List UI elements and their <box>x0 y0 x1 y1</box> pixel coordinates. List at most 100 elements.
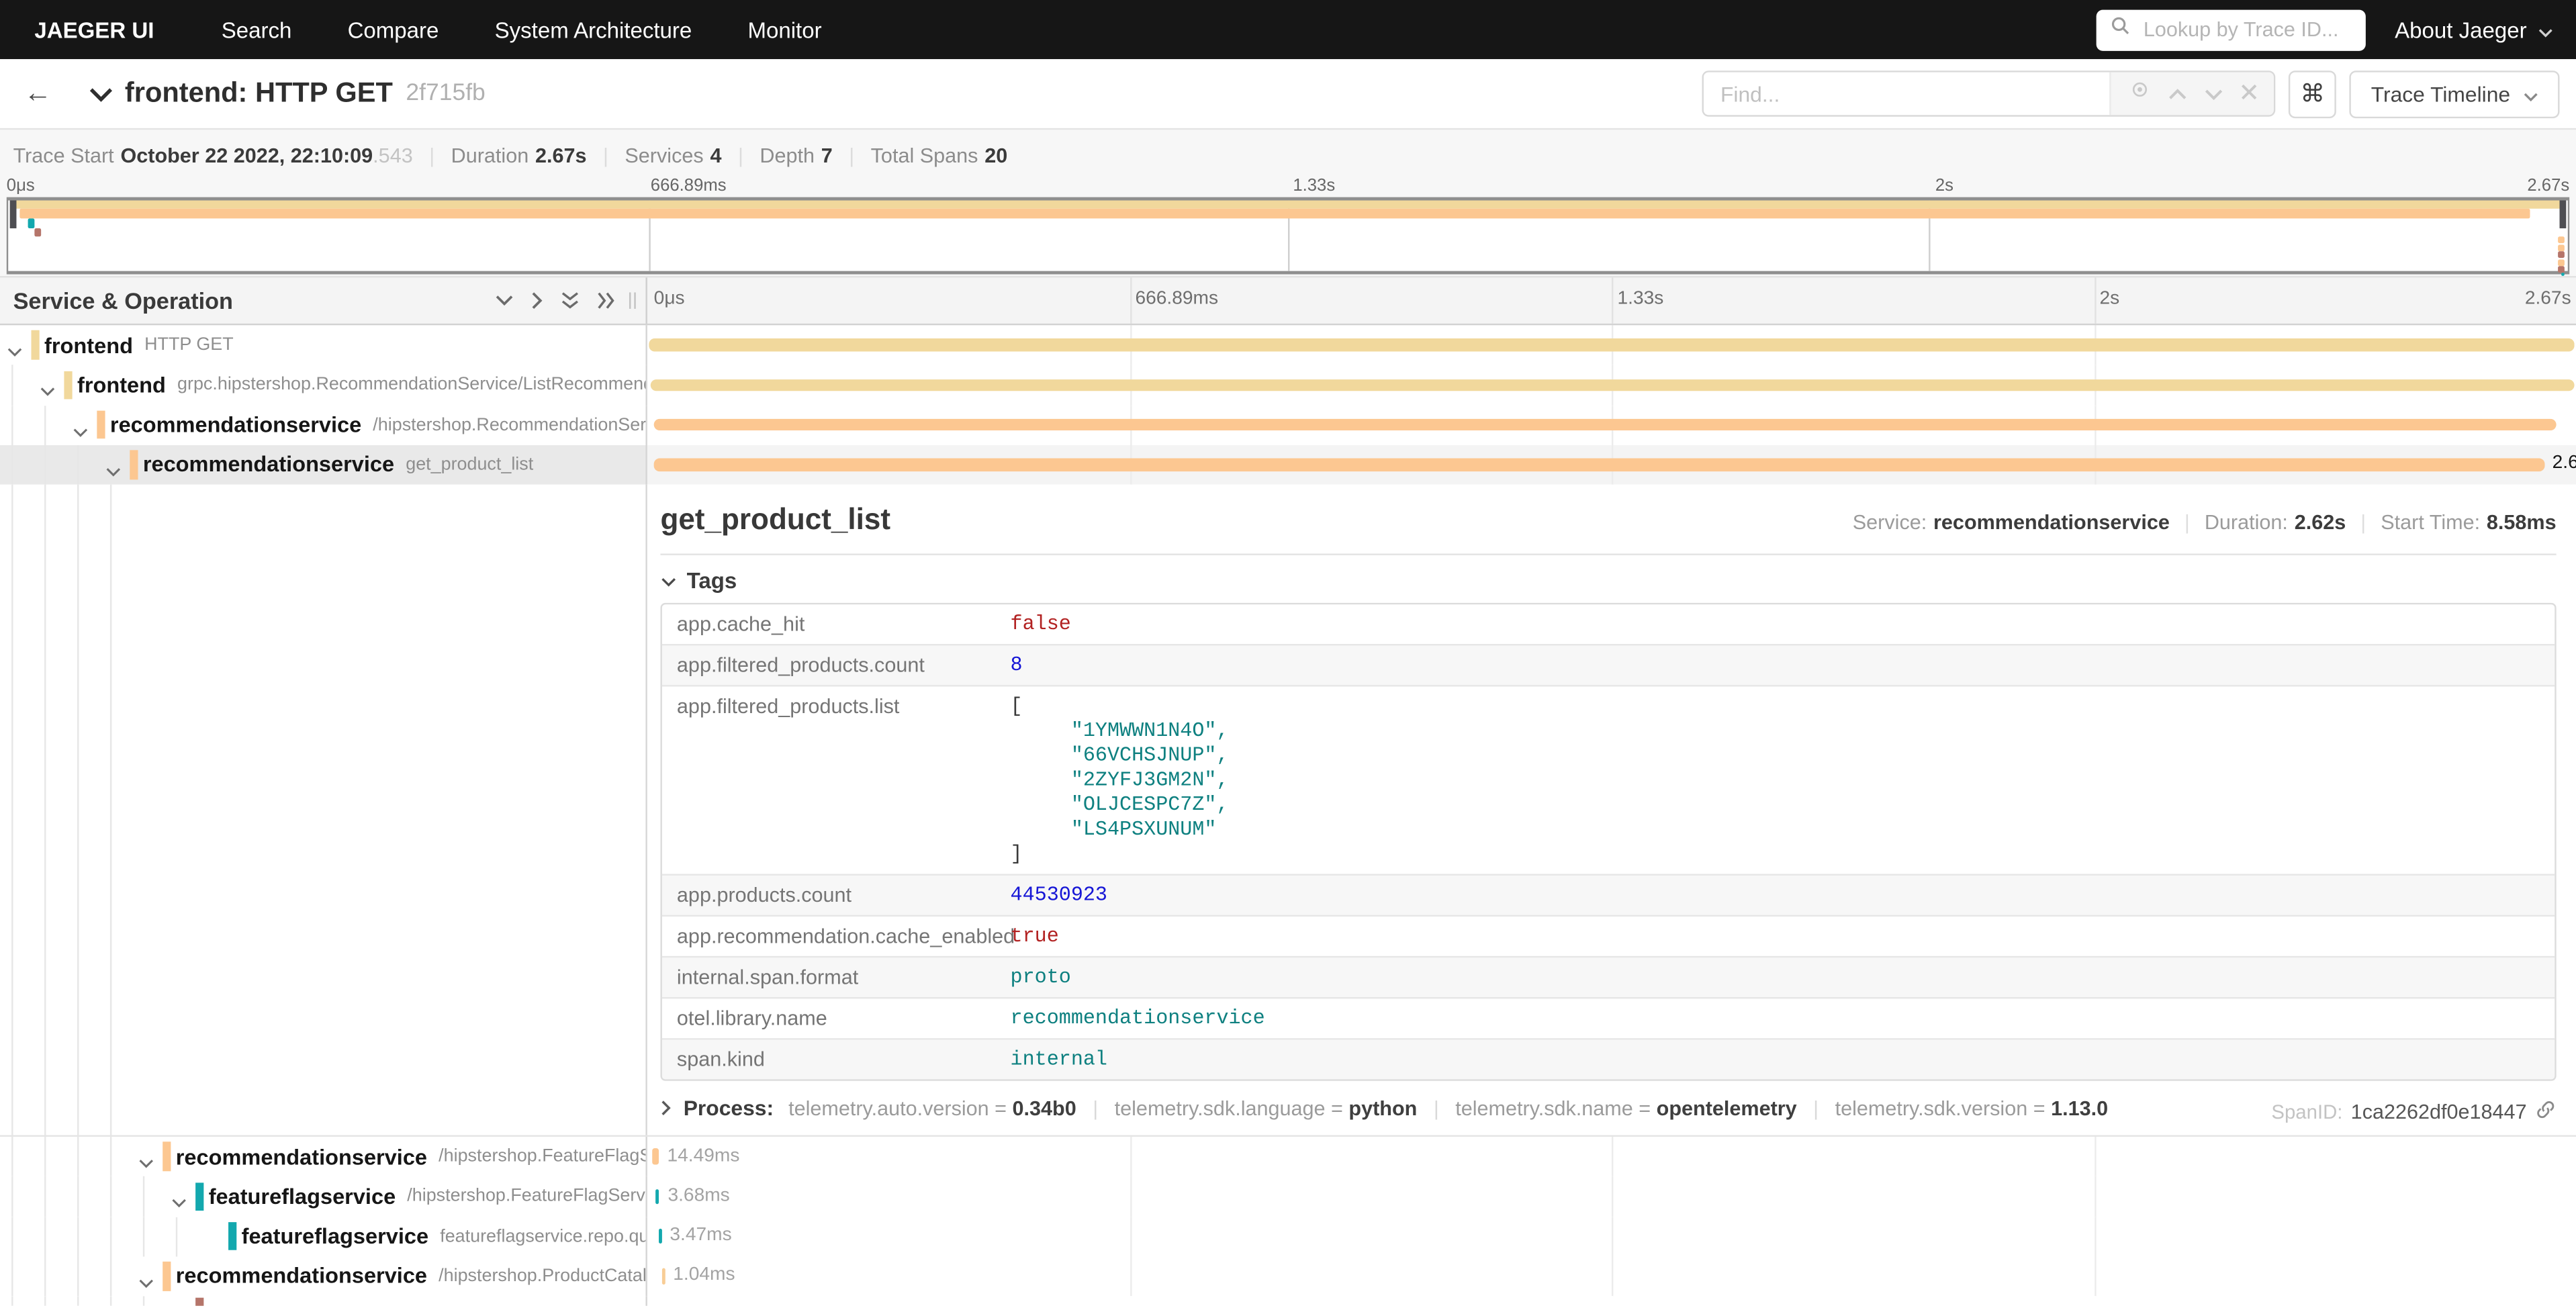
brand-jaeger-ui[interactable]: JAEGER UI <box>34 17 154 42</box>
timeline-tick-label: 0μs <box>654 289 685 309</box>
span-toggle-chevron-icon[interactable] <box>171 1188 187 1217</box>
span-duration-bar[interactable] <box>653 1148 659 1164</box>
find-prev-icon[interactable] <box>2168 79 2187 108</box>
span-row-recommendationservice-4[interactable]: recommendationservice/hipstershop.Featur… <box>0 1137 2576 1176</box>
tag-row-app-filtered-products-list[interactable]: app.filtered_products.list[ "1YMWWN1N4O"… <box>662 687 2555 876</box>
tag-value-text: 44530923 <box>1011 883 1107 906</box>
meta-label: Start Time: <box>2381 511 2480 534</box>
span-timeline-cell[interactable]: 2.62s <box>647 445 2576 484</box>
summary-label: Depth <box>760 144 815 167</box>
span-toggle-chevron-icon[interactable] <box>40 377 56 405</box>
minimap-span-bar <box>15 201 2561 208</box>
span-row-recommendationservice-7[interactable]: recommendationservice/hipstershop.Produc… <box>0 1256 2576 1296</box>
span-tree-cell[interactable]: recommendationservice/hipstershop.Produc… <box>0 1256 647 1296</box>
lookup-trace-id-input[interactable] <box>2140 16 2352 42</box>
span-service-name: recommendationservice <box>143 453 394 477</box>
span-toggle-chevron-icon[interactable] <box>138 1268 154 1296</box>
span-duration-bar[interactable] <box>658 1229 661 1244</box>
nav-link-search[interactable]: Search <box>193 0 320 59</box>
nav-link-compare[interactable]: Compare <box>320 0 467 59</box>
span-tree-cell[interactable]: recommendationserviceget_product_list <box>0 445 647 484</box>
find-clear-icon[interactable] <box>2240 79 2256 108</box>
span-timeline-cell[interactable]: 3.68ms <box>647 1176 2576 1216</box>
tag-row-span-kind[interactable]: span.kindinternal <box>662 1040 2555 1080</box>
expand-all-icon[interactable] <box>596 291 616 310</box>
indent-guide <box>44 1137 46 1176</box>
span-row-frontend-0[interactable]: frontendHTTP GET <box>0 325 2576 365</box>
span-row-frontend-1[interactable]: frontendgrpc.hipstershop.RecommendationS… <box>0 365 2576 405</box>
span-timeline-cell[interactable] <box>647 1296 2576 1305</box>
span-duration-bar[interactable] <box>649 339 2574 351</box>
service-color-bar <box>97 410 104 439</box>
tag-row-app-cache-hit[interactable]: app.cache_hitfalse <box>662 604 2555 645</box>
service-color-bar <box>228 1222 236 1251</box>
about-jaeger-menu[interactable]: About Jaeger <box>2395 17 2553 42</box>
span-toggle-chevron-icon[interactable] <box>105 457 122 485</box>
span-duration-bar[interactable] <box>656 1188 659 1204</box>
tag-row-otel-library-name[interactable]: otel.library.namerecommendationservice <box>662 998 2555 1039</box>
span-tree-cell[interactable]: frontendHTTP GET <box>0 325 647 365</box>
span-duration-bar[interactable] <box>661 1268 665 1284</box>
span-tree-cell[interactable]: frontendgrpc.hipstershop.RecommendationS… <box>0 365 647 405</box>
span-row-recommendationservice-3[interactable]: recommendationserviceget_product_list2.6… <box>0 445 2576 484</box>
trace-minimap: 0μs666.89ms1.33s2s2.67s <box>0 176 2576 276</box>
span-rows-bottom: recommendationservice/hipstershop.Featur… <box>0 1137 2576 1305</box>
span-duration-bar[interactable] <box>653 459 2546 471</box>
span-toggle-chevron-icon[interactable] <box>138 1148 154 1176</box>
indent-guide <box>11 1137 13 1176</box>
minimap-span-bar <box>2558 236 2565 243</box>
timeline-gridline <box>1612 1256 1613 1296</box>
span-timeline-cell[interactable] <box>647 365 2576 405</box>
collapse-one-icon[interactable] <box>494 294 514 308</box>
span-tree-cell[interactable] <box>0 1296 647 1305</box>
span-detail-panel: get_product_list Service:recommendations… <box>647 485 2576 1135</box>
expand-one-icon[interactable] <box>531 291 544 310</box>
service-color-bar <box>130 451 137 479</box>
minimap-canvas[interactable] <box>7 196 2569 274</box>
span-duration-bar[interactable] <box>651 379 2575 391</box>
minimap-left-handle[interactable] <box>10 199 17 228</box>
locate-icon[interactable] <box>2129 79 2150 108</box>
search-icon <box>2109 15 2130 44</box>
tag-row-internal-span-format[interactable]: internal.span.formatproto <box>662 957 2555 998</box>
indent-guide <box>77 1137 79 1176</box>
span-timeline-cell[interactable] <box>647 405 2576 445</box>
tree-controls <box>494 291 616 310</box>
timeline-gridline <box>2094 1137 2095 1176</box>
find-next-icon[interactable] <box>2204 79 2222 108</box>
span-tree-cell[interactable]: recommendationservice/hipstershop.Featur… <box>0 1137 647 1176</box>
collapse-trace-chevron-icon[interactable] <box>89 86 113 101</box>
collapse-all-icon[interactable] <box>560 291 580 310</box>
trace-lookup-box[interactable] <box>2096 9 2365 50</box>
span-timeline-cell[interactable]: 14.49ms <box>647 1137 2576 1176</box>
span-row-recommendationservice-2[interactable]: recommendationservice/hipstershop.Recomm… <box>0 405 2576 445</box>
span-row-partial[interactable] <box>0 1296 2576 1305</box>
nav-link-monitor[interactable]: Monitor <box>720 0 849 59</box>
minimap-right-handle[interactable] <box>2560 199 2567 228</box>
indent-guide <box>11 1176 13 1216</box>
span-timeline-cell[interactable] <box>647 325 2576 365</box>
span-tree-cell[interactable]: recommendationservice/hipstershop.Recomm… <box>0 405 647 445</box>
trace-view-selector[interactable]: Trace Timeline <box>2350 70 2560 118</box>
span-duration-bar[interactable] <box>653 419 2557 431</box>
span-timeline-cell[interactable]: 3.47ms <box>647 1217 2576 1256</box>
tag-row-app-products-count[interactable]: app.products.count44530923 <box>662 876 2555 917</box>
span-row-featureflagservice-6[interactable]: featureflagservicefeatureflagservice.rep… <box>0 1217 2576 1256</box>
back-arrow-button[interactable]: ← <box>16 77 59 110</box>
span-toggle-chevron-icon[interactable] <box>7 337 23 365</box>
span-timeline-cell[interactable]: 1.04ms <box>647 1256 2576 1296</box>
find-input[interactable] <box>1704 73 2109 115</box>
span-toggle-chevron-icon[interactable] <box>73 416 89 445</box>
tag-row-app-recommendation-cache-enabled[interactable]: app.recommendation.cache_enabledtrue <box>662 917 2555 957</box>
nav-link-system-architecture[interactable]: System Architecture <box>467 0 720 59</box>
span-row-featureflagservice-5[interactable]: featureflagservice/hipstershop.FeatureFl… <box>0 1176 2576 1216</box>
link-icon[interactable] <box>2535 1099 2557 1125</box>
tags-section-toggle[interactable]: Tags <box>660 568 2556 593</box>
tag-row-app-filtered-products-count[interactable]: app.filtered_products.count8 <box>662 645 2555 686</box>
tag-value: [ "1YMWWN1N4O", "66VCHSJNUP", "2ZYFJ3GM2… <box>996 687 1244 874</box>
span-name-group: featureflagservicefeatureflagservice.rep… <box>242 1224 647 1249</box>
span-tree-cell[interactable]: featureflagservice/hipstershop.FeatureFl… <box>0 1176 647 1216</box>
keyboard-shortcuts-button[interactable]: ⌘ <box>2289 70 2336 118</box>
span-tree-cell[interactable]: featureflagservicefeatureflagservice.rep… <box>0 1217 647 1256</box>
column-resize-grip[interactable] <box>629 292 636 308</box>
